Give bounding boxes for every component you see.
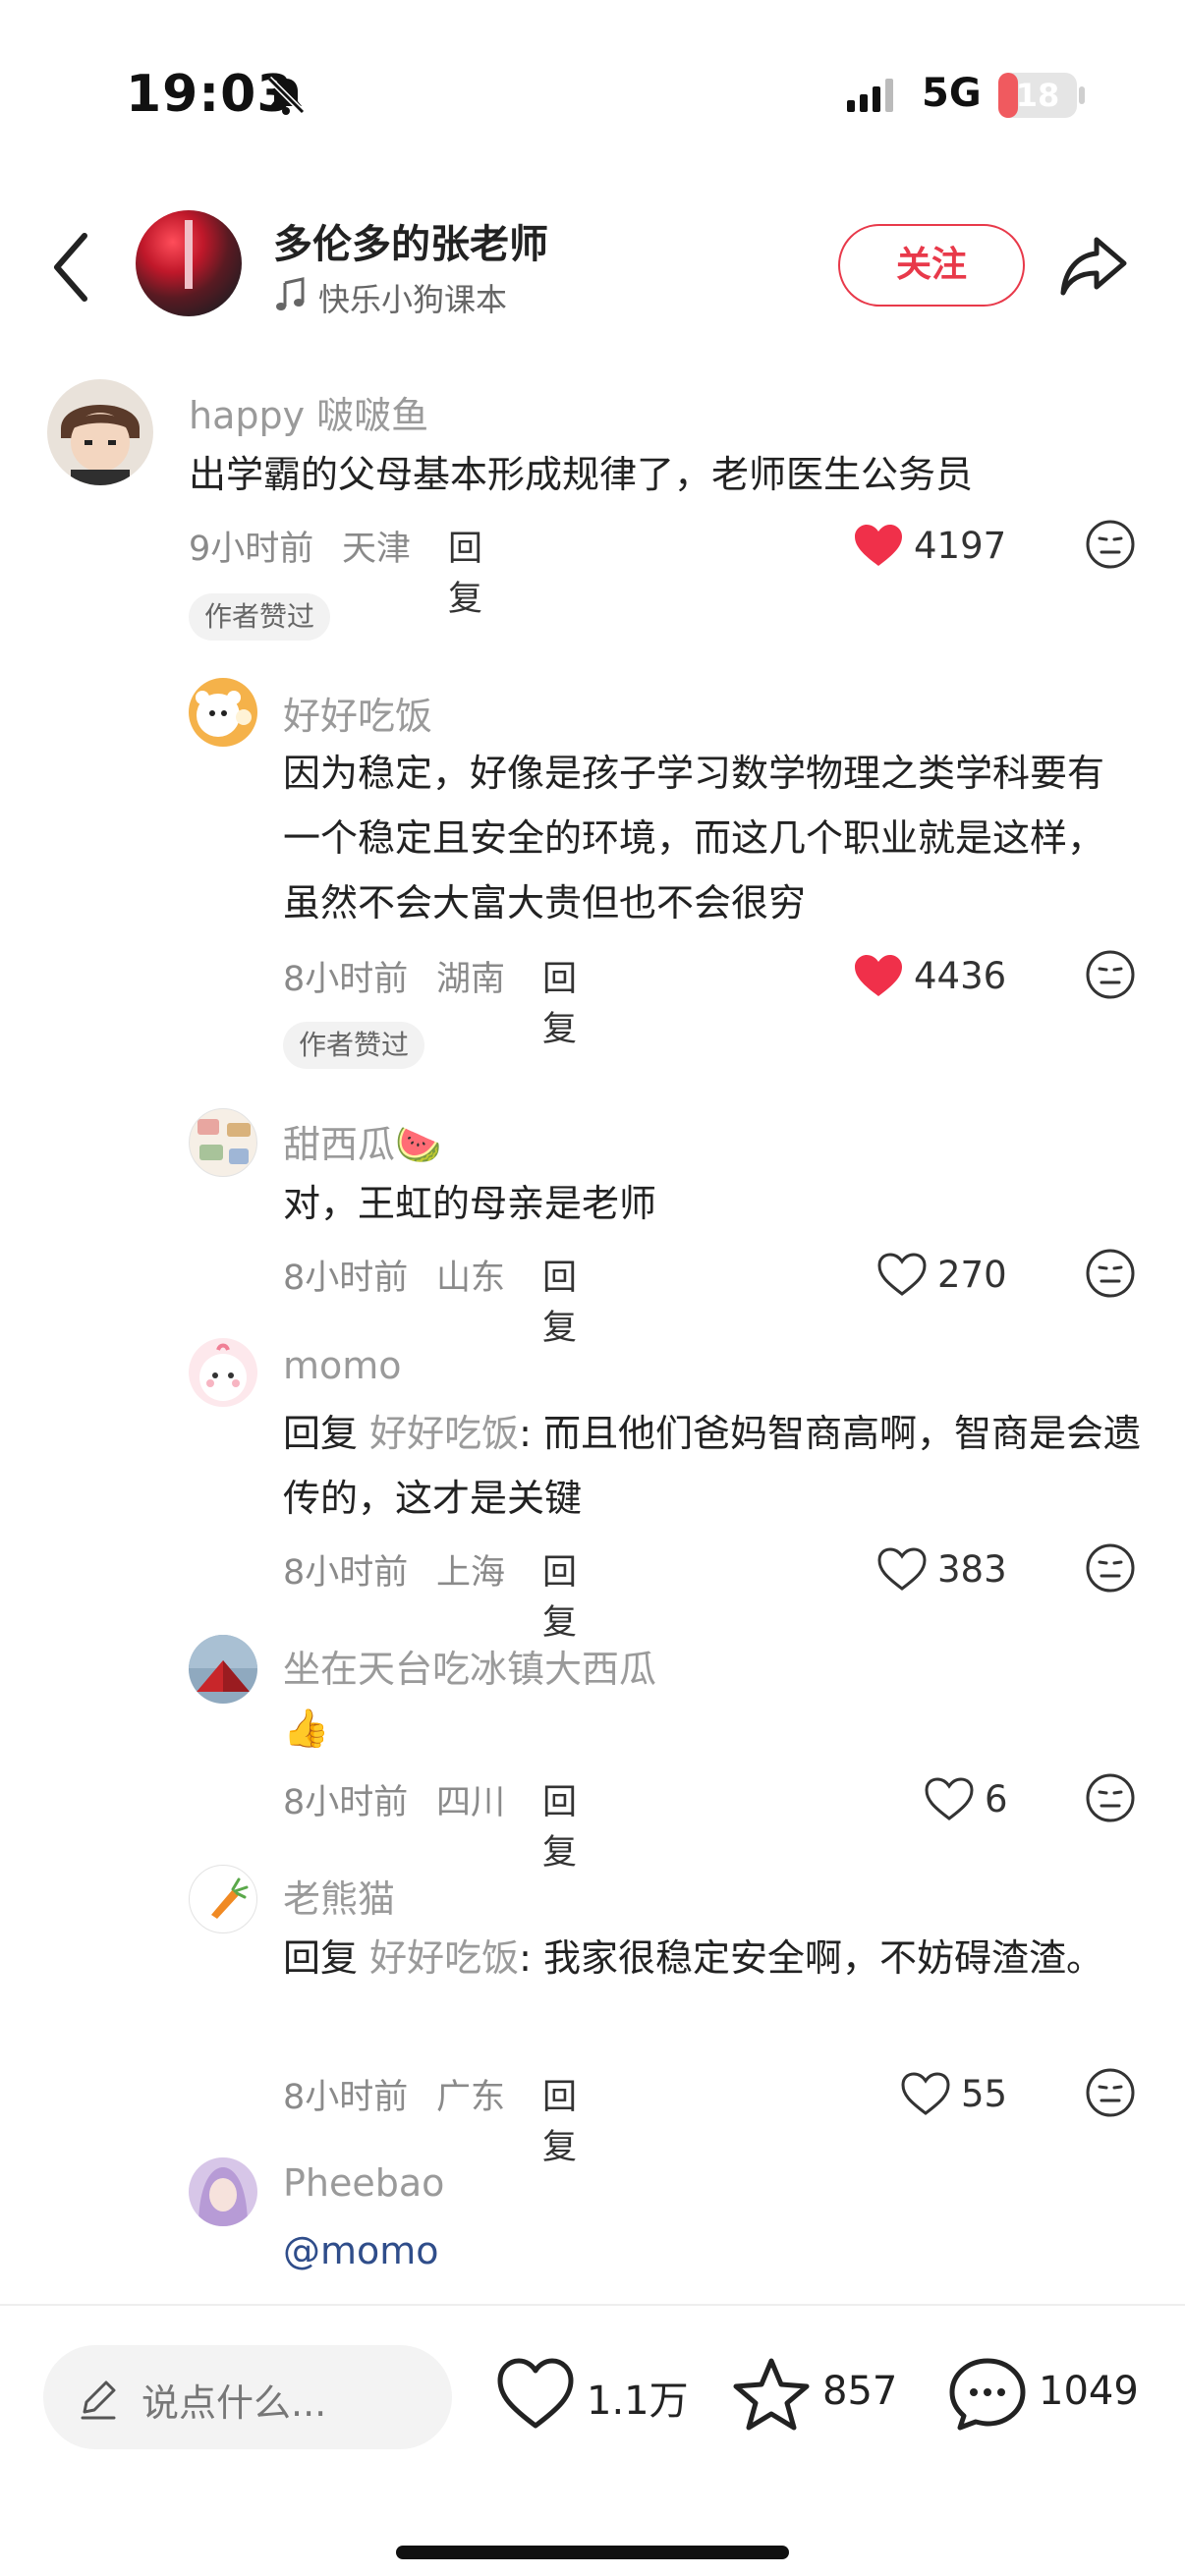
comment-bubble-icon bbox=[949, 2358, 1026, 2431]
comment-placeholder: 说点什么... bbox=[141, 2381, 327, 2425]
comment-location: 上海 bbox=[436, 1553, 506, 1593]
battery-tip bbox=[1079, 86, 1085, 104]
comment-text: 对，王虹的母亲是老师 bbox=[283, 1182, 657, 1225]
comment-location: 山东 bbox=[436, 1259, 506, 1298]
comment-location: 湖南 bbox=[436, 960, 506, 999]
comment-username[interactable]: happy 啵啵鱼 bbox=[189, 385, 428, 439]
comment-text: 因为稳定，好像是孩子学习数学物理之类学科要有一个稳定且安全的环境，而这几个职业就… bbox=[283, 752, 1105, 924]
comment-input[interactable]: 说点什么... bbox=[43, 2345, 452, 2449]
comments-button[interactable]: 1049 bbox=[948, 2351, 1145, 2439]
like-button[interactable]: 4436 bbox=[853, 951, 1030, 1000]
comment-time: 8小时前 bbox=[283, 1259, 409, 1298]
heart-icon bbox=[901, 2072, 950, 2115]
avatar[interactable] bbox=[189, 1635, 257, 1704]
comment-time: 9小时前 bbox=[189, 530, 314, 569]
favorite-count: 857 bbox=[822, 2369, 898, 2414]
reply-button[interactable]: 回复 bbox=[542, 1544, 577, 1645]
favorite-button[interactable]: 857 bbox=[732, 2351, 909, 2439]
bell-slash-icon bbox=[266, 76, 306, 115]
avatar[interactable] bbox=[189, 2157, 257, 2226]
author-liked-tag: 作者赞过 bbox=[283, 1022, 425, 1069]
comment-time: 8小时前 bbox=[283, 1553, 409, 1593]
reply-target-user[interactable]: 好好吃饭 bbox=[369, 1412, 519, 1455]
battery-indicator: 18 bbox=[998, 73, 1077, 118]
heart-icon bbox=[925, 1777, 974, 1820]
like-video-button[interactable]: 1.1万 bbox=[496, 2351, 689, 2439]
video-header: 多伦多的张老师 快乐小狗课本 关注 bbox=[0, 196, 1185, 344]
reply-button[interactable]: 回复 bbox=[542, 951, 577, 1051]
heart-icon bbox=[877, 1253, 927, 1296]
share-icon[interactable] bbox=[1057, 232, 1130, 301]
comment-username[interactable]: Pheebao bbox=[283, 2161, 444, 2205]
heart-icon bbox=[877, 1547, 927, 1591]
comment-time: 8小时前 bbox=[283, 2078, 409, 2117]
comment-username[interactable]: 坐在天台吃冰镇大西瓜 bbox=[283, 1639, 656, 1693]
like-button[interactable]: 6 bbox=[924, 1774, 1042, 1823]
music-title: 快乐小狗课本 bbox=[318, 281, 508, 318]
comment-username[interactable]: 老熊猫 bbox=[283, 1869, 395, 1923]
avatar[interactable] bbox=[189, 1108, 257, 1177]
follow-button[interactable]: 关注 bbox=[838, 224, 1025, 307]
like-count: 4436 bbox=[914, 955, 1007, 997]
reply-prefix: 回复 bbox=[283, 1936, 370, 1980]
signal-icon bbox=[847, 79, 893, 112]
music-note-icon bbox=[276, 277, 305, 310]
like-count: 55 bbox=[961, 2073, 1008, 2115]
avatar[interactable] bbox=[47, 379, 153, 485]
dislike-face-icon[interactable] bbox=[1085, 2067, 1136, 2118]
comment-location: 四川 bbox=[436, 1783, 506, 1822]
like-count: 6 bbox=[985, 1778, 1008, 1820]
comment-location: 天津 bbox=[342, 530, 412, 569]
dislike-face-icon[interactable] bbox=[1085, 1542, 1136, 1594]
heart-icon bbox=[855, 525, 902, 566]
comment-time: 8小时前 bbox=[283, 960, 409, 999]
heart-icon bbox=[855, 955, 902, 996]
avatar[interactable] bbox=[189, 678, 257, 747]
comment-location: 广东 bbox=[436, 2078, 506, 2117]
comment-username[interactable]: 好好吃饭 bbox=[283, 686, 432, 740]
reply-button[interactable]: 回复 bbox=[542, 2069, 577, 2169]
author-liked-tag: 作者赞过 bbox=[189, 593, 331, 641]
like-button[interactable]: 270 bbox=[876, 1250, 1034, 1299]
comment-text: 回复 好好吃饭: 而且他们爸妈智商高啊，智商是会遗传的，这才是关键 bbox=[283, 1401, 1148, 1531]
dislike-face-icon[interactable] bbox=[1085, 1248, 1136, 1299]
like-button[interactable]: 55 bbox=[900, 2069, 1038, 2118]
like-button[interactable]: 4197 bbox=[853, 521, 1030, 570]
reply-button[interactable]: 回复 bbox=[542, 1250, 577, 1350]
avatar[interactable] bbox=[189, 1865, 257, 1933]
bottom-bar: 说点什么... 1.1万 857 1049 bbox=[0, 2304, 1185, 2576]
comment-username[interactable]: momo bbox=[283, 1344, 402, 1387]
heart-icon bbox=[497, 2358, 574, 2429]
comment-time: 8小时前 bbox=[283, 1783, 409, 1822]
dislike-face-icon[interactable] bbox=[1085, 949, 1136, 1000]
avatar[interactable] bbox=[189, 1338, 257, 1407]
network-label: 5G bbox=[922, 71, 982, 116]
comment-text: 回复 好好吃饭: 我家很稳定安全啊，不妨碍渣渣。 bbox=[283, 1926, 1108, 1990]
like-count: 4197 bbox=[914, 525, 1007, 567]
comment-mention[interactable]: @momo bbox=[283, 2218, 1185, 2283]
dislike-face-icon[interactable] bbox=[1085, 1772, 1136, 1823]
reply-prefix: 回复 bbox=[283, 1412, 370, 1455]
like-count: 383 bbox=[937, 1548, 1007, 1591]
home-indicator[interactable] bbox=[396, 2546, 789, 2559]
reply-button[interactable]: 回复 bbox=[448, 521, 482, 621]
author-avatar[interactable] bbox=[136, 210, 242, 316]
reply-target-user[interactable]: 好好吃饭 bbox=[369, 1936, 519, 1980]
dislike-face-icon[interactable] bbox=[1085, 519, 1136, 570]
pencil-icon bbox=[81, 2380, 116, 2420]
comment-text: 👍 bbox=[283, 1707, 330, 1750]
star-icon bbox=[733, 2358, 810, 2431]
like-button[interactable]: 383 bbox=[876, 1544, 1034, 1594]
author-name[interactable]: 多伦多的张老师 bbox=[273, 212, 548, 269]
status-bar: 19:03 5G 18 bbox=[0, 0, 1185, 187]
battery-percent: 18 bbox=[1015, 77, 1060, 114]
comment-text: 出学霸的父母基本形成规律了，老师医生公务员 bbox=[189, 453, 974, 496]
comment-body: : 我家很稳定安全啊，不妨碍渣渣。 bbox=[519, 1936, 1103, 1980]
back-icon[interactable] bbox=[47, 228, 96, 307]
reply-button[interactable]: 回复 bbox=[542, 1774, 577, 1875]
comment-username[interactable]: 甜西瓜🍉 bbox=[283, 1114, 441, 1168]
comment-count: 1049 bbox=[1039, 2369, 1139, 2414]
video-like-count: 1.1万 bbox=[587, 2379, 689, 2424]
like-count: 270 bbox=[937, 1254, 1007, 1296]
